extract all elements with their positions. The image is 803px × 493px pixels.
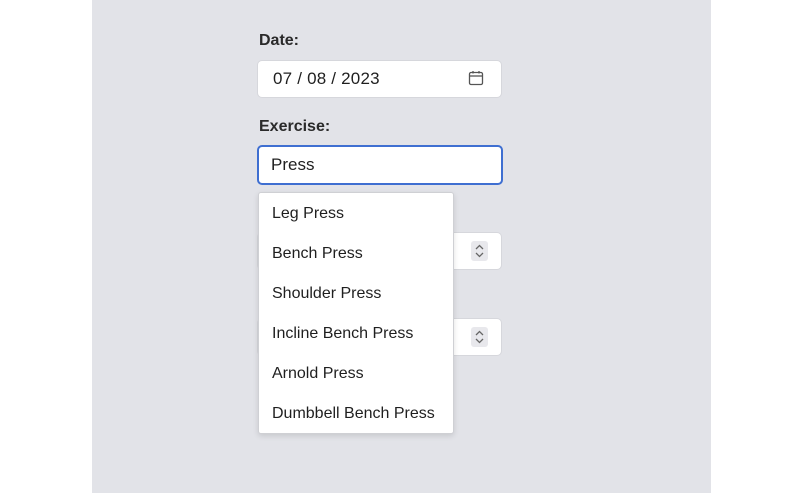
autocomplete-option-leg-press[interactable]: Leg Press [259,194,453,234]
date-label: Date: [259,32,300,49]
date-value[interactable]: 07 / 08 / 2023 [273,69,380,89]
exercise-input-wrapper[interactable] [257,145,503,185]
exercise-input[interactable] [271,155,471,175]
autocomplete-option-shoulder-press[interactable]: Shoulder Press [259,274,453,314]
stepper-arrows-icon[interactable] [471,241,488,261]
exercise-label: Exercise: [259,118,331,135]
calendar-icon[interactable] [468,70,484,86]
date-input[interactable]: 07 / 08 / 2023 [258,61,501,97]
autocomplete-option-dumbbell-bench-press[interactable]: Dumbbell Bench Press [259,394,453,434]
autocomplete-option-incline-bench-press[interactable]: Incline Bench Press [259,314,453,354]
autocomplete-option-bench-press[interactable]: Bench Press [259,234,453,274]
stepper-arrows-icon[interactable] [471,327,488,347]
autocomplete-dropdown: Leg Press Bench Press Shoulder Press Inc… [258,192,454,434]
autocomplete-option-arnold-press[interactable]: Arnold Press [259,354,453,394]
